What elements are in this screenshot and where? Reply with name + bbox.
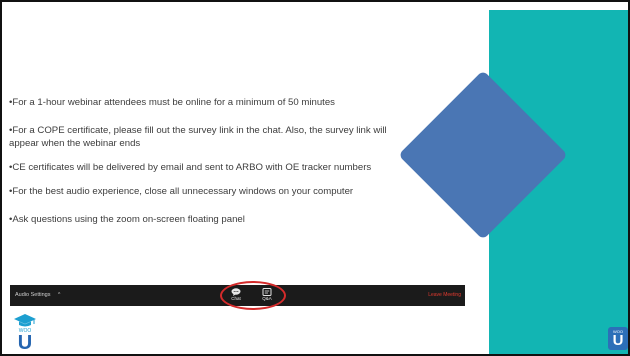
chevron-up-icon[interactable]: ^ bbox=[58, 292, 60, 298]
instruction-bullet: •CE certificates will be delivered by em… bbox=[9, 162, 372, 173]
instruction-bullet: •For a 1-hour webinar attendees must be … bbox=[9, 97, 335, 108]
woo-u-badge-logo: WOO U bbox=[608, 327, 628, 350]
slide-frame: •For a 1-hour webinar attendees must be … bbox=[0, 0, 630, 356]
audio-settings-button[interactable]: Audio Settings ^ bbox=[15, 292, 60, 299]
badge-u-text: U bbox=[612, 332, 624, 349]
instruction-bullet: •Ask questions using the zoom on-screen … bbox=[9, 214, 245, 225]
instruction-bullet: •For a COPE certificate, please fill out… bbox=[9, 125, 387, 149]
logo-u-text: U bbox=[17, 332, 33, 354]
audio-settings-label: Audio Settings bbox=[15, 292, 51, 298]
instruction-list: •For a 1-hour webinar attendees must be … bbox=[9, 96, 409, 241]
highlight-circle-annotation bbox=[220, 281, 286, 310]
woo-u-logo: WOO U bbox=[12, 313, 38, 353]
instruction-bullet: •For the best audio experience, close al… bbox=[9, 186, 354, 197]
graduation-cap-icon bbox=[14, 314, 36, 327]
leave-meeting-button[interactable]: Leave Meeting bbox=[428, 292, 461, 299]
